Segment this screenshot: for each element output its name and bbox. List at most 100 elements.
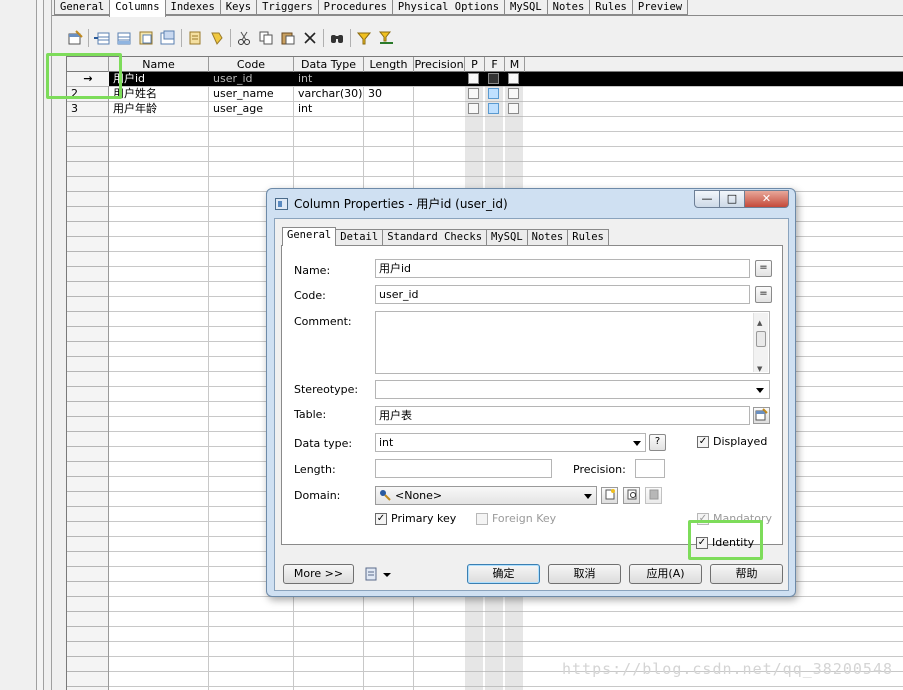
cell-length[interactable]: 30 [364, 87, 414, 101]
col-header-f[interactable]: F [485, 57, 505, 72]
foreign-key-checkbox[interactable] [476, 513, 488, 525]
apply-button[interactable]: 应用(A) [629, 564, 702, 584]
domain-delete-button[interactable] [645, 487, 662, 504]
code-name-sync-button[interactable]: = [755, 286, 772, 303]
paste-icon[interactable] [279, 29, 297, 47]
code-input[interactable]: user_id [375, 285, 750, 304]
table-properties-button[interactable] [753, 407, 770, 424]
cell-length[interactable] [364, 102, 414, 116]
find-icon[interactable] [328, 29, 346, 47]
mandatory-checkbox[interactable] [508, 88, 519, 99]
close-button[interactable]: ✕ [745, 190, 789, 208]
col-header-code[interactable]: Code [209, 57, 294, 72]
copy-to-icon[interactable] [186, 29, 204, 47]
clear-filter-icon[interactable] [377, 29, 395, 47]
add-from-icon[interactable] [159, 29, 177, 47]
properties-icon[interactable] [66, 29, 84, 47]
domain-value: <None> [395, 489, 443, 502]
paste-into-icon[interactable] [208, 29, 226, 47]
dialog-titlebar[interactable]: Column Properties - 用户id (user_id) [275, 194, 508, 214]
col-header-name[interactable]: Name [109, 57, 209, 72]
filter-icon[interactable] [355, 29, 373, 47]
dialog-tab-mysql[interactable]: MySQL [486, 229, 528, 245]
create-domain-button[interactable] [601, 487, 618, 504]
left-strip-inner [36, 0, 44, 690]
primary-checkbox[interactable] [468, 103, 479, 114]
displayed-checkbox[interactable]: ✓ [697, 436, 709, 448]
domain-dropdown[interactable]: <None> [375, 486, 597, 505]
cell-code[interactable]: user_age [209, 102, 294, 116]
dialog-tab-detail[interactable]: Detail [335, 229, 384, 245]
cell-data-type[interactable]: int [294, 102, 364, 116]
precision-input[interactable] [635, 459, 665, 478]
minimize-button[interactable]: — [694, 190, 720, 208]
insert-row-icon[interactable] [93, 29, 111, 47]
tab-mysql[interactable]: MySQL [504, 0, 548, 15]
data-type-dropdown[interactable]: int [375, 433, 646, 452]
add-row-icon[interactable] [115, 29, 133, 47]
cancel-button[interactable]: 取消 [548, 564, 621, 584]
foreign-checkbox[interactable] [488, 88, 499, 99]
foreign-checkbox[interactable] [488, 103, 499, 114]
name-code-sync-button[interactable]: = [755, 260, 772, 277]
length-input[interactable] [375, 459, 552, 478]
stereotype-dropdown[interactable] [375, 380, 770, 399]
comment-textarea[interactable]: ▲ ▼ [375, 311, 770, 374]
tab-procedures[interactable]: Procedures [317, 0, 393, 15]
table-row[interactable]: → 用户id user_id int ✓ ✓ [67, 72, 903, 86]
cell-data-type[interactable]: int [294, 72, 364, 86]
dialog-tab-rules[interactable]: Rules [567, 229, 609, 245]
col-header-p[interactable]: P [465, 57, 485, 72]
foreign-checkbox[interactable] [488, 73, 499, 84]
tab-keys[interactable]: Keys [219, 0, 258, 15]
cell-code[interactable]: user_id [209, 72, 294, 86]
cell-code[interactable]: user_name [209, 87, 294, 101]
domain-properties-button[interactable] [623, 487, 640, 504]
mandatory-checkbox[interactable] [508, 103, 519, 114]
dialog-tab-standard-checks[interactable]: Standard Checks [382, 229, 488, 245]
insert-from-icon[interactable] [137, 29, 155, 47]
print-menu-button[interactable] [363, 565, 393, 583]
cell-name[interactable]: 用户年龄 [109, 102, 209, 116]
ok-button[interactable]: 确定 [467, 564, 540, 584]
table-row[interactable]: 2 用户姓名 user_name varchar(30) 30 [67, 87, 903, 101]
tab-preview[interactable]: Preview [631, 0, 689, 15]
code-label: Code: [294, 289, 326, 302]
primary-checkbox[interactable]: ✓ [468, 73, 479, 84]
data-type-help-button[interactable]: ? [649, 434, 666, 451]
scroll-down-icon[interactable]: ▼ [757, 361, 762, 373]
tab-indexes[interactable]: Indexes [164, 0, 221, 15]
more-button[interactable]: More >> [283, 564, 354, 584]
tab-general[interactable]: General [54, 0, 111, 15]
cell-data-type[interactable]: varchar(30) [294, 87, 364, 101]
help-button[interactable]: 帮助 [710, 564, 783, 584]
table-row[interactable]: 3 用户年龄 user_age int [67, 102, 903, 116]
cell-name[interactable]: 用户姓名 [109, 87, 209, 101]
tab-columns[interactable]: Columns [109, 0, 166, 17]
cut-icon[interactable] [235, 29, 253, 47]
col-header-precision[interactable]: Precision [414, 57, 465, 72]
tab-triggers[interactable]: Triggers [256, 0, 319, 15]
tab-rules[interactable]: Rules [589, 0, 633, 15]
col-header-data-type[interactable]: Data Type [294, 57, 364, 72]
primary-key-checkbox[interactable]: ✓ [375, 513, 387, 525]
comment-scrollbar[interactable]: ▲ ▼ [753, 313, 768, 373]
cell-length[interactable] [364, 72, 414, 86]
maximize-button[interactable]: □ [720, 190, 745, 208]
mandatory-checkbox[interactable]: ✓ [508, 73, 519, 84]
table-input[interactable]: 用户表 [375, 406, 750, 425]
cell-name[interactable]: 用户id [109, 72, 209, 86]
delete-icon[interactable] [301, 29, 319, 47]
primary-checkbox[interactable] [468, 88, 479, 99]
left-strip [0, 0, 52, 690]
name-input[interactable]: 用户id [375, 259, 750, 278]
col-header-length[interactable]: Length [364, 57, 414, 72]
tab-physical-options[interactable]: Physical Options [391, 0, 506, 15]
tab-notes[interactable]: Notes [546, 0, 591, 15]
dialog-tab-general[interactable]: General [282, 227, 337, 246]
col-header-m[interactable]: M [505, 57, 525, 72]
scroll-thumb[interactable] [756, 331, 766, 347]
scroll-up-icon[interactable]: ▲ [757, 315, 762, 332]
copy-icon[interactable] [257, 29, 275, 47]
dialog-tab-notes[interactable]: Notes [526, 229, 569, 245]
